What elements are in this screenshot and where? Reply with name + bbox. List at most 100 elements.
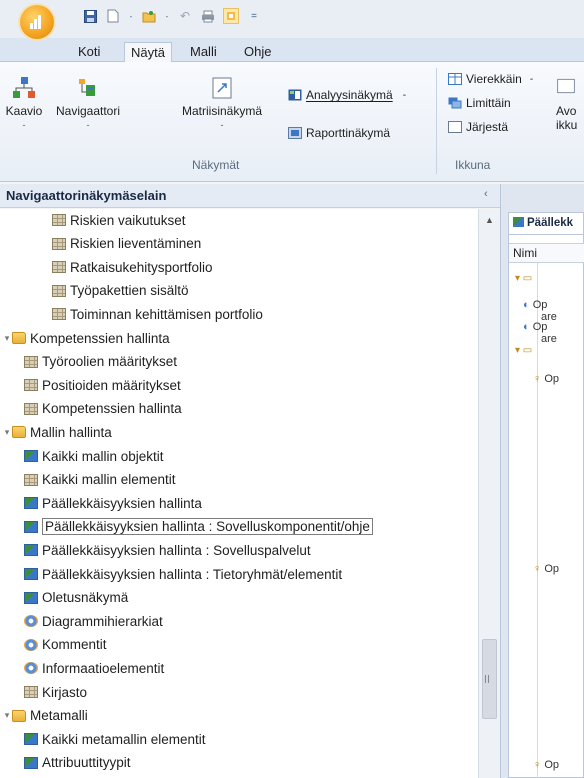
tab-malli[interactable]: Malli bbox=[184, 42, 223, 62]
navigator-scrollbar[interactable]: ▲ bbox=[478, 209, 500, 778]
tree-item-label: Kaikki metamallin elementit bbox=[42, 731, 206, 747]
analysis-view-button[interactable]: Analyysinäkymä - bbox=[288, 88, 406, 102]
list-view-icon bbox=[24, 402, 38, 415]
tree-item[interactable]: Riskien lieventäminen bbox=[0, 233, 478, 255]
title-bar: - - ↶ = bbox=[0, 0, 584, 39]
navigator-view-icon bbox=[24, 733, 38, 746]
navigator-icon bbox=[79, 79, 95, 96]
new-document-icon[interactable] bbox=[105, 8, 121, 24]
group-folder-icon[interactable]: ▾ ▭ bbox=[515, 273, 584, 284]
list-view-icon bbox=[24, 686, 38, 698]
tree-item-label: Positioiden määritykset bbox=[42, 377, 181, 393]
matrix-view-button[interactable]: Matriisinäkymä - bbox=[170, 76, 274, 130]
tree-item-label: Diagrammihierarkiat bbox=[42, 613, 163, 629]
cascade-button[interactable]: Limittäin bbox=[448, 96, 511, 110]
tree-item-label: Attribuuttityypit bbox=[42, 755, 131, 771]
tree-item-label: Informaatioelementit bbox=[42, 660, 165, 676]
navigator-button-label: Navigaattori bbox=[55, 104, 121, 118]
tab-ohje[interactable]: Ohje bbox=[238, 42, 277, 62]
diagram-dropdown-arrow[interactable]: - bbox=[23, 120, 26, 130]
tree-item[interactable]: Kaikki mallin elementit bbox=[0, 469, 478, 491]
tree-item[interactable]: Päällekkäisyyksien hallinta bbox=[0, 492, 478, 514]
tree-item[interactable]: Kommentit bbox=[0, 634, 478, 656]
expand-toggle-icon[interactable]: ▾ bbox=[2, 427, 12, 438]
navigator-pane-title: Navigaattorinäkymäselain bbox=[0, 184, 500, 208]
application-menu-button[interactable] bbox=[20, 5, 54, 39]
ribbon: Kaavio - Navigaattori - Matriisinäkymä -… bbox=[0, 62, 584, 182]
cascade-label: Limittäin bbox=[466, 96, 511, 110]
list-view-icon bbox=[52, 284, 66, 297]
grid-row[interactable]: ♀ Op bbox=[533, 373, 584, 385]
diagram-button-label: Kaavio bbox=[5, 104, 43, 118]
tree-item[interactable]: Positioiden määritykset bbox=[0, 374, 478, 396]
print-icon[interactable] bbox=[200, 8, 216, 24]
tree-item[interactable]: Attribuuttityypit bbox=[0, 752, 478, 774]
report-view-button[interactable]: Raporttinäkymä bbox=[288, 126, 390, 140]
navigator-dropdown-arrow[interactable]: - bbox=[87, 120, 90, 130]
tree-item[interactable]: Riskien vaikutukset bbox=[0, 209, 478, 231]
open-folder-icon[interactable] bbox=[141, 8, 157, 24]
tree-item[interactable]: Oletusnäkymä bbox=[0, 587, 478, 609]
side-by-side-dropdown[interactable]: - bbox=[530, 74, 533, 85]
tree-item-label: Oletusnäkymä bbox=[42, 590, 129, 606]
tree-item[interactable]: Päällekkäisyyksien hallinta : Tietoryhmä… bbox=[0, 563, 478, 585]
customize-toolbar-icon[interactable]: = bbox=[246, 8, 262, 24]
dropdown-arrow-icon[interactable]: - bbox=[128, 8, 134, 24]
group-folder-icon[interactable]: ▾ ▭ bbox=[515, 345, 584, 356]
grid-row[interactable]: ◐ Op are bbox=[523, 321, 584, 345]
tree-folder[interactable]: ▾ Kompetenssien hallinta bbox=[0, 327, 478, 349]
tree-item[interactable]: Toiminnan kehittämisen portfolio bbox=[0, 303, 478, 325]
column-header-nimi[interactable]: Nimi bbox=[509, 243, 584, 263]
tree-item[interactable]: Päällekkäisyyksien hallinta : Sovellusko… bbox=[0, 516, 478, 538]
arrange-label: Järjestä bbox=[466, 120, 509, 134]
tree-item[interactable]: Kompetenssien hallinta bbox=[0, 398, 478, 420]
side-by-side-label: Vierekkäin bbox=[466, 72, 522, 86]
expand-toggle-icon[interactable]: ▾ bbox=[2, 333, 12, 344]
save-icon[interactable] bbox=[82, 8, 98, 24]
app-logo-icon bbox=[30, 15, 44, 29]
group-label-ikkuna: Ikkuna bbox=[455, 158, 491, 172]
tree-item[interactable]: Kaikki mallin objektit bbox=[0, 445, 478, 467]
tree-item[interactable]: Kirjasto bbox=[0, 681, 478, 703]
diagram-button[interactable]: Kaavio - bbox=[2, 76, 46, 130]
matrix-view-button-label: Matriisinäkymä bbox=[181, 104, 262, 118]
navigator-button[interactable]: Navigaattori - bbox=[46, 76, 130, 130]
navigator-tree: Riskien vaikutukset Riskien lieventäminen… bbox=[0, 209, 478, 778]
folder-icon bbox=[12, 332, 26, 344]
tab-koti[interactable]: Koti bbox=[72, 42, 106, 62]
tree-item[interactable]: Ratkaisukehitysportfolio bbox=[0, 256, 478, 278]
collapse-pane-button[interactable]: ‹ bbox=[484, 188, 488, 200]
view-tab-icon bbox=[513, 217, 524, 227]
tree-folder[interactable]: ▾ Metamalli bbox=[0, 705, 478, 727]
tree-item[interactable]: Informaatioelementit bbox=[0, 657, 478, 679]
open-window-button[interactable]: Avo ikku bbox=[556, 76, 584, 132]
highlighted-view-icon[interactable] bbox=[223, 8, 239, 24]
expand-toggle-icon[interactable]: ▾ bbox=[2, 710, 12, 721]
dropdown-arrow-icon[interactable]: - bbox=[164, 8, 170, 24]
analysis-view-dropdown[interactable]: - bbox=[403, 90, 406, 101]
list-view-icon bbox=[52, 308, 66, 321]
scroll-up-arrow-icon[interactable]: ▲ bbox=[485, 215, 494, 225]
tree-item-label: Työroolien määritykset bbox=[42, 354, 178, 370]
matrix-icon bbox=[212, 77, 232, 99]
arrange-button[interactable]: Järjestä bbox=[448, 120, 508, 134]
tab-nayta[interactable]: Näytä bbox=[124, 42, 172, 62]
folder-icon bbox=[12, 426, 26, 439]
tree-folder[interactable]: ▾ Mallin hallinta bbox=[0, 421, 478, 443]
tree-item[interactable]: Kaikki metamallin elementit bbox=[0, 728, 478, 750]
quick-access-toolbar: - - ↶ = bbox=[82, 8, 262, 24]
grid-row[interactable]: ◐ Op are bbox=[523, 299, 584, 323]
tree-item[interactable]: Diagrammihierarkiat bbox=[0, 610, 478, 632]
tree-item[interactable]: Työpakettien sisältö bbox=[0, 280, 478, 302]
document-tab[interactable]: Päällekk bbox=[508, 212, 584, 234]
tree-item[interactable]: Päällekkäisyyksien hallinta : Sovelluspa… bbox=[0, 539, 478, 561]
folder-icon bbox=[12, 709, 26, 722]
navigator-view-icon bbox=[24, 568, 38, 580]
grid-row[interactable]: ♀ Op bbox=[533, 563, 584, 575]
list-view-icon bbox=[24, 473, 38, 486]
tree-item[interactable]: Työroolien määritykset bbox=[0, 351, 478, 373]
undo-icon[interactable]: ↶ bbox=[177, 8, 193, 24]
grid-row[interactable]: ♀ Op bbox=[533, 759, 584, 771]
matrix-dropdown-arrow[interactable]: - bbox=[221, 120, 224, 130]
side-by-side-button[interactable]: Vierekkäin - bbox=[448, 72, 533, 86]
